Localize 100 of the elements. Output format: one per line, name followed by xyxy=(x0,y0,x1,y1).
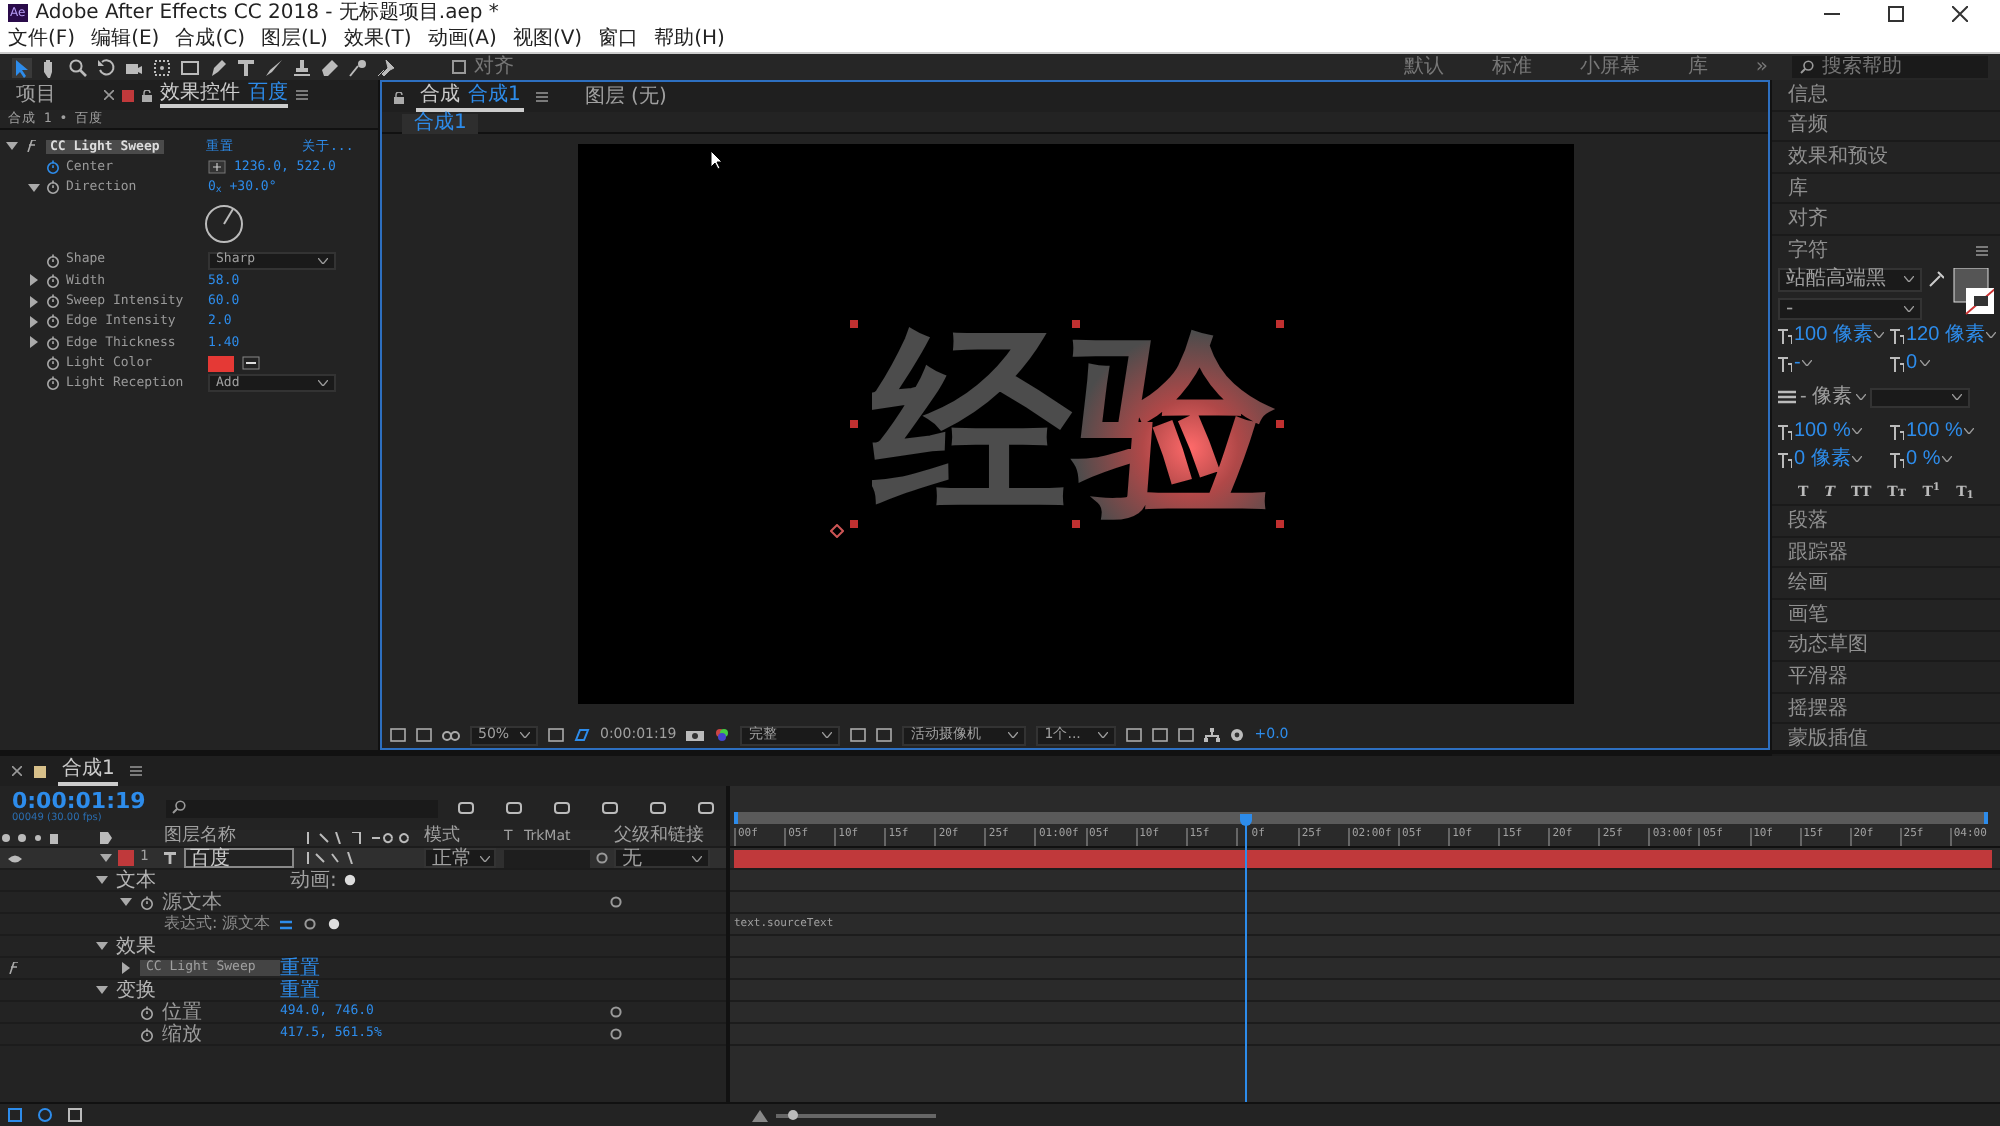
flowchart-icon[interactable] xyxy=(1204,728,1221,742)
twirl-icon[interactable] xyxy=(28,315,40,328)
panel-tab[interactable]: 项目 xyxy=(12,82,60,108)
type-tool-icon[interactable] xyxy=(236,57,256,77)
horizontal-scale-value[interactable]: 100 % xyxy=(1906,420,1963,443)
zoom-tool-icon[interactable] xyxy=(68,57,88,77)
menu-item[interactable]: 编辑(E) xyxy=(91,28,160,50)
eyedropper-icon[interactable] xyxy=(1928,267,1944,288)
font-size-value[interactable]: 100 像素 xyxy=(1794,324,1873,347)
selection-handle[interactable] xyxy=(1275,320,1283,328)
playhead[interactable] xyxy=(1240,814,1253,1102)
stamp-tool-icon[interactable] xyxy=(292,57,312,77)
pickwhip-icon[interactable] xyxy=(304,918,316,930)
crosshair-icon[interactable] xyxy=(208,159,226,174)
workspace-tab[interactable]: 小屏幕 xyxy=(1579,56,1640,78)
leading-value[interactable]: 120 像素 xyxy=(1906,324,1985,347)
reset-link[interactable]: 重置 xyxy=(280,957,320,979)
menu-icon[interactable] xyxy=(130,766,143,776)
menu-item[interactable]: 合成(C) xyxy=(175,28,245,50)
twirl-icon[interactable] xyxy=(120,961,132,974)
workspace-tab[interactable]: 库 xyxy=(1687,56,1708,78)
rotate-tool-icon[interactable] xyxy=(96,57,116,77)
stopwatch-icon[interactable] xyxy=(140,1027,154,1041)
panel-header[interactable]: 音频 xyxy=(1772,111,2000,143)
stopwatch-icon[interactable] xyxy=(46,314,60,329)
menu-item[interactable]: 文件(F) xyxy=(8,28,76,50)
anchor-point-icon[interactable] xyxy=(829,524,843,538)
animate-menu-icon[interactable] xyxy=(344,874,357,886)
lock-icon[interactable] xyxy=(394,91,404,103)
panel-tab[interactable]: 效果控件 百度 xyxy=(160,82,288,108)
selection-handle[interactable] xyxy=(1071,520,1079,528)
font-dropdown[interactable]: 站酷高端黑 xyxy=(1778,267,1922,292)
mode-dropdown[interactable]: 正常 xyxy=(424,848,496,868)
workspace-tab[interactable]: 默认 xyxy=(1403,56,1444,78)
panel-header[interactable]: 库 xyxy=(1772,173,2000,205)
pan-behind-tool-icon[interactable] xyxy=(152,57,172,77)
comp-tab[interactable]: 合成1 xyxy=(402,114,479,134)
twirl-icon[interactable] xyxy=(28,181,40,194)
glasses-icon[interactable] xyxy=(442,729,460,741)
selection-tool-icon[interactable] xyxy=(12,57,32,77)
selection-handle[interactable] xyxy=(1275,420,1283,428)
selection-handle[interactable] xyxy=(850,520,859,528)
av-switches-icon[interactable] xyxy=(0,832,60,844)
roto-brush-tool-icon[interactable] xyxy=(348,57,368,77)
search-field[interactable] xyxy=(165,799,438,817)
layer-duration-bar[interactable] xyxy=(734,849,1992,867)
tracking-value[interactable]: 0 xyxy=(1906,352,1918,375)
slider-thumb[interactable] xyxy=(787,1110,797,1120)
menu-item[interactable]: 动画(A) xyxy=(427,28,497,50)
parent-dropdown[interactable]: 无 xyxy=(614,848,710,868)
rectangle-tool-icon[interactable] xyxy=(180,57,200,77)
menu-icon[interactable] xyxy=(536,92,549,102)
menu-item[interactable]: 效果(T) xyxy=(343,28,412,50)
panel-header[interactable]: 动态草图 xyxy=(1772,631,2000,663)
direction-dial[interactable] xyxy=(204,203,244,244)
panel-tab[interactable]: 图层 (无) xyxy=(580,84,671,110)
stopwatch-icon[interactable] xyxy=(140,1005,154,1019)
selection-handle[interactable] xyxy=(850,420,859,428)
pickwhip-icon[interactable] xyxy=(610,896,622,908)
expression-enable-icon[interactable] xyxy=(280,919,292,929)
panel-header[interactable]: 效果和预设 xyxy=(1772,142,2000,174)
twirl-icon[interactable] xyxy=(28,274,40,287)
current-time[interactable]: 0:00:01:19 xyxy=(12,790,146,815)
selection-handle[interactable] xyxy=(850,320,859,328)
stopwatch-icon[interactable] xyxy=(46,294,60,309)
menu-item[interactable]: 视图(V) xyxy=(512,28,583,50)
fx-icon[interactable] xyxy=(26,140,38,153)
menu-item[interactable]: 图层(L) xyxy=(260,28,328,50)
twirl-icon[interactable] xyxy=(6,140,18,153)
label-color[interactable] xyxy=(118,850,134,866)
close-icon[interactable] xyxy=(104,90,114,100)
layer-name-field[interactable]: 百度 xyxy=(184,848,294,868)
fill-stroke-swatch[interactable] xyxy=(1950,267,1994,316)
twirl-icon[interactable] xyxy=(100,852,112,864)
mask-icon[interactable] xyxy=(574,728,590,742)
close-icon[interactable] xyxy=(1952,5,1968,21)
lock-icon[interactable] xyxy=(142,89,152,101)
menu-icon[interactable] xyxy=(1976,246,1988,257)
zoom-out-icon[interactable] xyxy=(752,1109,768,1121)
twirl-icon[interactable] xyxy=(96,874,108,886)
stopwatch-icon[interactable] xyxy=(46,253,60,268)
stopwatch-icon[interactable] xyxy=(46,376,60,391)
stroke-width-value[interactable]: - 像素 xyxy=(1800,386,1853,409)
twirl-icon[interactable] xyxy=(120,896,132,908)
twirl-icon[interactable] xyxy=(28,336,40,349)
stopwatch-icon[interactable] xyxy=(140,895,154,909)
panel-header[interactable]: 画笔 xyxy=(1772,600,2000,632)
channels-icon[interactable] xyxy=(714,728,731,742)
stopwatch-icon[interactable] xyxy=(46,159,60,174)
graph-icon[interactable] xyxy=(328,918,340,930)
stopwatch-icon[interactable] xyxy=(46,356,60,371)
vertical-scale-value[interactable]: 100 % xyxy=(1794,420,1851,443)
more-workspaces[interactable]: » xyxy=(1755,56,1768,78)
visibility-icon[interactable] xyxy=(8,853,22,863)
stopwatch-icon[interactable] xyxy=(46,335,60,350)
fx-icon[interactable] xyxy=(8,962,20,974)
pickwhip-icon[interactable] xyxy=(596,852,608,864)
panel-header[interactable]: 绘画 xyxy=(1772,568,2000,601)
twirl-icon[interactable] xyxy=(28,295,40,308)
puppet-pin-tool-icon[interactable] xyxy=(376,57,396,77)
